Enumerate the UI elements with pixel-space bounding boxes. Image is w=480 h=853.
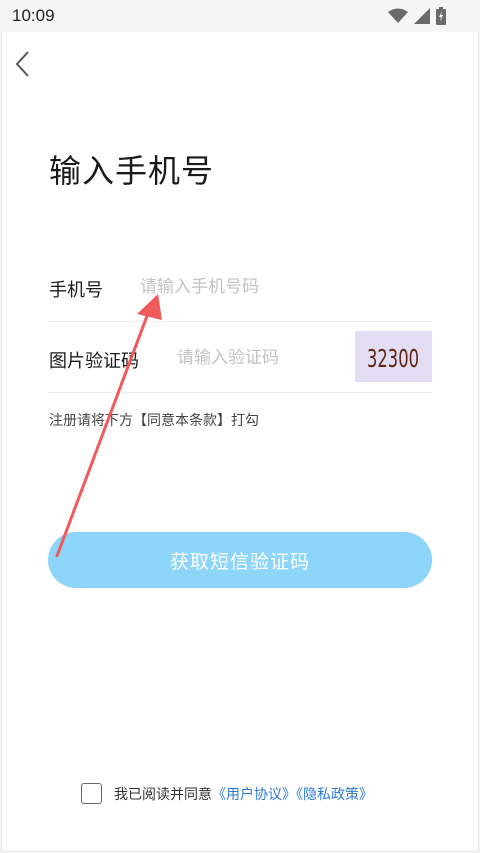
divider xyxy=(48,392,432,393)
page-title: 输入手机号 xyxy=(49,152,215,190)
agreement-checkbox[interactable] xyxy=(81,783,102,804)
image-code-label: 图片验证码 xyxy=(49,351,139,372)
agreement-text: 我已阅读并同意《用户协议》《隐私政策》 xyxy=(114,784,373,804)
terms-hint: 注册请将下方【同意本条款】打勾 xyxy=(49,413,259,429)
image-code-input[interactable] xyxy=(177,345,347,371)
svg-text:32300: 32300 xyxy=(367,344,419,373)
back-icon[interactable] xyxy=(12,48,34,80)
user-agreement-link[interactable]: 《用户协议》 xyxy=(212,787,296,803)
captcha-image[interactable]: 32300 xyxy=(355,331,432,382)
signal-icon xyxy=(414,8,430,24)
status-bar: 10:09 xyxy=(0,0,480,32)
get-sms-code-button[interactable]: 获取短信验证码 xyxy=(48,532,432,588)
divider xyxy=(48,321,432,322)
status-time: 10:09 xyxy=(12,6,55,25)
phone-input[interactable] xyxy=(140,274,430,300)
battery-icon xyxy=(436,7,446,25)
privacy-policy-link[interactable]: 《隐私政策》 xyxy=(296,787,373,803)
wifi-icon xyxy=(388,8,408,23)
phone-label: 手机号 xyxy=(49,280,103,301)
agreement-prefix: 我已阅读并同意 xyxy=(114,787,212,803)
captcha-text: 32300 xyxy=(367,344,419,373)
